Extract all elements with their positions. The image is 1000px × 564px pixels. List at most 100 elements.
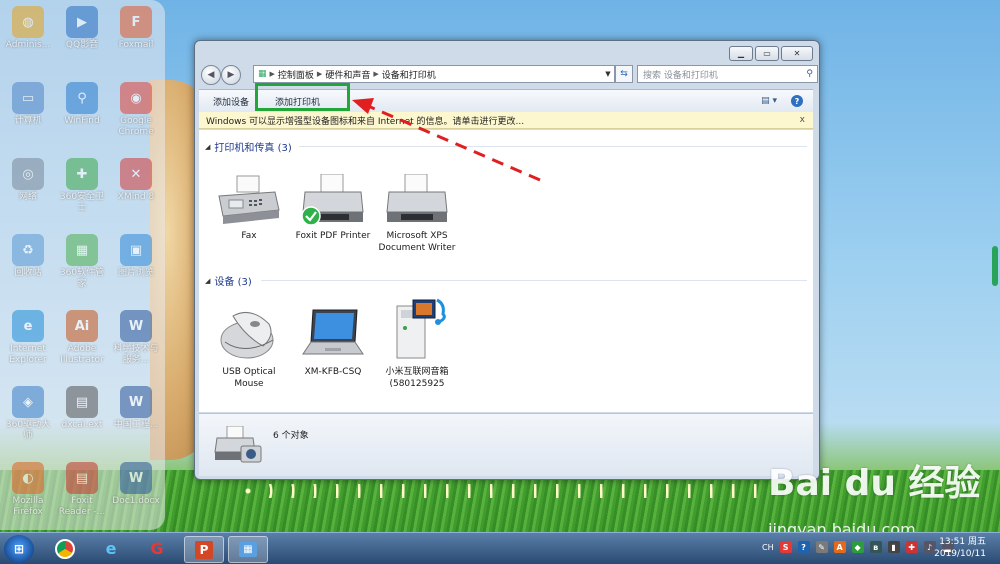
breadcrumb-separator-icon: ▶ [316, 70, 323, 78]
desktop-icon[interactable]: ⚲ WinFind [56, 82, 108, 127]
refresh-icon: ⇆ [620, 69, 628, 79]
view-options-icon[interactable]: ▤ ▾ [761, 96, 777, 106]
taskbar-app[interactable]: G [138, 536, 176, 561]
desktop-icon-label: Adminis... [5, 40, 51, 50]
desktop-icon[interactable]: ▭ 计算机 [2, 82, 54, 127]
device-item-fax[interactable]: Fax [209, 174, 289, 242]
group-title: 设备 (3) [214, 277, 252, 288]
breadcrumb-hardware-sound[interactable]: 硬件和声音 [325, 68, 370, 81]
search-input[interactable]: 搜索 设备和打印机 [643, 68, 718, 81]
desktop-icon[interactable]: ◉ Google Chrome [110, 82, 162, 138]
address-dropdown-icon[interactable]: ▼ [602, 70, 614, 78]
taskbar-chrome[interactable] [46, 536, 84, 561]
back-arrow-icon: ◀ [207, 70, 215, 80]
tray-bluetooth-icon[interactable]: ʙ [869, 541, 882, 553]
desktop-icon[interactable]: ▤ dxcal.ext [56, 386, 108, 431]
app-icon: ⚲ [66, 82, 98, 114]
desktop-icon[interactable]: e Internet Explorer [2, 310, 54, 366]
tray-device-icon[interactable]: ▮ [887, 541, 900, 553]
desktop-icon[interactable]: W 科学技术与服务... [110, 310, 162, 366]
device-item-usb-mouse[interactable]: USB Optical Mouse [209, 306, 289, 390]
app-icon: ▭ [12, 82, 44, 114]
collapse-triangle-icon[interactable]: ◢ [205, 143, 210, 151]
desktop-icon-label: Mozilla Firefox [12, 496, 44, 517]
group-title: 打印机和传真 (3) [214, 143, 292, 154]
tray-a-icon[interactable]: A [833, 541, 846, 553]
desktop-icon-label: 中国工程... [113, 420, 159, 430]
desktop-icon-label: 图片浏览 [117, 268, 154, 278]
device-label: 小米互联网音箱 (580125925 [385, 367, 449, 389]
app-icon: ▣ [120, 234, 152, 266]
group-header-devices[interactable]: ◢ 设备 (3) [205, 273, 252, 289]
search-box[interactable]: 搜索 设备和打印机 ⚲ [637, 65, 818, 83]
device-item-laptop[interactable]: XM-KFB-CSQ [293, 306, 373, 378]
default-check-icon [301, 206, 321, 226]
desktop-icon[interactable]: ▦ 360软件管家 [56, 234, 108, 290]
desktop-icon[interactable]: ▣ 图片浏览 [110, 234, 162, 279]
help-icon[interactable]: ? [791, 95, 803, 107]
devices-printers-icon [214, 426, 262, 463]
language-indicator[interactable]: CH [762, 543, 774, 552]
windows-logo-icon: ⊞ [13, 542, 25, 556]
address-bar[interactable]: ▦ ▶ 控制面板 ▶ 硬件和声音 ▶ 设备和打印机 ▼ [253, 65, 615, 83]
taskbar-powerpoint[interactable]: P [184, 536, 224, 563]
refresh-button[interactable]: ⇆ [615, 65, 633, 83]
minimize-button[interactable]: ▁ [729, 46, 753, 61]
desktop-icon[interactable]: ◍ Adminis... [2, 6, 54, 51]
desktop-icon[interactable]: ▶ QQ影音 [56, 6, 108, 51]
tray-shield-icon[interactable]: ◆ [851, 541, 864, 553]
app-icon: ◈ [12, 386, 44, 418]
forward-arrow-icon: ▶ [227, 70, 235, 80]
desktop-icon[interactable]: W Doc1.docx [110, 462, 162, 507]
desktop-icon[interactable]: W 中国工程... [110, 386, 162, 431]
app-icon: ▶ [66, 6, 98, 38]
powerpoint-icon: P [194, 540, 214, 559]
desktop-icon-label: 回收站 [14, 268, 42, 278]
tray-help-icon[interactable]: ? [797, 541, 810, 553]
back-button[interactable]: ◀ [201, 65, 221, 85]
chrome-icon [55, 538, 75, 559]
app-icon: W [120, 386, 152, 418]
desktop-icon-label: 360驱动大师 [5, 420, 51, 441]
start-button[interactable]: ⊞ [4, 535, 34, 563]
maximize-button[interactable]: ▭ [755, 46, 779, 61]
breadcrumb-devices-printers[interactable]: 设备和打印机 [382, 68, 436, 81]
add-device-button[interactable]: 添加设备 [199, 95, 261, 108]
app-icon: ♻ [12, 234, 44, 266]
device-label: Fax [241, 231, 257, 241]
app-g-icon: G [150, 539, 164, 558]
breadcrumb-control-panel[interactable]: 控制面板 [278, 68, 314, 81]
desktop-icon[interactable]: Ai Adobe Illustrator [56, 310, 108, 366]
app-icon: ▤ [66, 386, 98, 418]
forward-button[interactable]: ▶ [221, 65, 241, 85]
taskbar-ie[interactable]: e [92, 536, 130, 561]
desktop-icon[interactable]: ◈ 360驱动大师 [2, 386, 54, 442]
app-icon: ◍ [12, 6, 44, 38]
tray-pen-icon[interactable]: ✎ [815, 541, 828, 553]
desktop-icon[interactable]: ♻ 回收站 [2, 234, 54, 279]
desktop-icon[interactable]: ◐ Mozilla Firefox [2, 462, 54, 518]
control-panel-icon: ▦ [239, 542, 257, 557]
add-printer-highlight-box [255, 83, 350, 111]
desktop-icon[interactable]: ◎ 网络 [2, 158, 54, 203]
search-icon[interactable]: ⚲ [806, 69, 813, 79]
tray-security-icon[interactable]: ✚ [905, 541, 918, 553]
app-icon: ✚ [66, 158, 98, 190]
media-device-icon [396, 298, 446, 359]
taskbar-control-panel[interactable]: ▦ [228, 536, 268, 563]
breadcrumb-separator-icon: ▶ [373, 70, 379, 78]
desktop-icon[interactable]: F Foxmail [110, 6, 162, 51]
collapse-triangle-icon[interactable]: ◢ [205, 277, 210, 285]
laptop-icon [302, 309, 364, 355]
device-item-mi-speaker[interactable]: 小米互联网音箱 (580125925 [377, 296, 457, 390]
desktop-icon-label: 网络 [18, 192, 37, 202]
desktop-icon[interactable]: ▤ Foxit Reader -... [56, 462, 108, 518]
desktop-icon[interactable]: ✚ 360安全卫士 [56, 158, 108, 214]
group-header-printers[interactable]: ◢ 打印机和传真 (3) [205, 139, 292, 155]
desktop-icon[interactable]: ✕ XMind 8 [110, 158, 162, 203]
clock[interactable]: 13:51 周五 2019/10/11 [934, 536, 986, 560]
tray-app-icon[interactable]: S [779, 541, 792, 553]
close-button[interactable]: ✕ [781, 46, 813, 61]
info-bar-close-icon[interactable]: x [800, 115, 805, 125]
device-label: Foxit PDF Printer [295, 231, 371, 241]
